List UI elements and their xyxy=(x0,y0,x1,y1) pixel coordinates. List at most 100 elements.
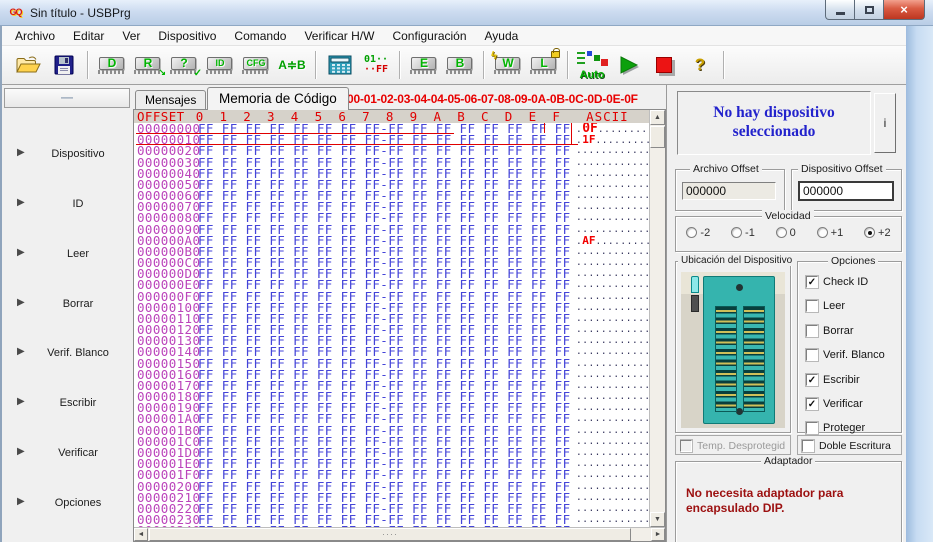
save-file-button[interactable] xyxy=(46,49,82,81)
menu-editar[interactable]: Editar xyxy=(64,26,113,46)
opcion-check-id[interactable]: ✓ Check ID xyxy=(805,274,868,290)
sidebar-item-id[interactable]: ▶ ID xyxy=(2,195,132,213)
opcion-verificar[interactable]: ✓ Verificar xyxy=(805,396,863,412)
sidebar-item-escribir[interactable]: ▶ Escribir xyxy=(2,394,132,412)
radio-icon[interactable] xyxy=(816,227,828,238)
check-id-button[interactable]: ID xyxy=(202,49,238,81)
hex-row-ascii: ................ xyxy=(576,212,649,224)
socket-lever-base xyxy=(691,295,699,312)
radio-icon[interactable] xyxy=(731,227,743,238)
doble-escritura-checkbox[interactable] xyxy=(801,439,815,453)
verify-device-button[interactable]: ? ✓ xyxy=(166,49,202,81)
scroll-right-button[interactable]: ► xyxy=(651,528,665,541)
toolbar-separator xyxy=(399,51,401,79)
title-bar[interactable]: GQ Sin título - USBPrg × xyxy=(0,0,933,26)
velocidad-options: -2 -1 0 +1 +2 xyxy=(676,227,901,239)
help-button[interactable]: ? xyxy=(682,49,718,81)
hex-row-ascii: ................ xyxy=(576,178,649,190)
read-device-button[interactable]: R ↘ xyxy=(130,49,166,81)
scroll-left-button[interactable]: ◄ xyxy=(134,528,148,541)
stop-button[interactable] xyxy=(646,49,682,81)
run-button[interactable] xyxy=(610,49,646,81)
sidebar-item-verif-blanco[interactable]: ▶ Verif. Blanco xyxy=(2,344,132,362)
radio-icon[interactable] xyxy=(864,227,876,238)
menu-ayuda[interactable]: Ayuda xyxy=(476,26,528,46)
tab-memoria-de-codigo[interactable]: Memoria de Código xyxy=(207,87,349,110)
adaptador-label: Adaptador xyxy=(761,455,816,467)
opcion-verif-blanco[interactable]: Verif. Blanco xyxy=(805,347,885,363)
auto-program-button[interactable]: Auto xyxy=(574,49,610,81)
opcion-leer[interactable]: Leer xyxy=(805,298,845,314)
compare-buffers-button[interactable]: A≑B xyxy=(274,49,310,81)
horizontal-scroll-thumb[interactable]: ···· xyxy=(149,528,631,541)
menu-ver[interactable]: Ver xyxy=(113,26,149,46)
velocidad-option-2[interactable]: -2 xyxy=(686,227,710,239)
hex-row-ascii: ................ xyxy=(576,201,649,213)
sidebar-item-dispositivo[interactable]: ▶ Dispositivo xyxy=(2,145,132,163)
toolbar-separator xyxy=(87,51,89,79)
menu-verificar-h-w[interactable]: Verificar H/W xyxy=(295,26,383,46)
scroll-up-button[interactable]: ▲ xyxy=(650,110,665,125)
window-title: Sin título - USBPrg xyxy=(30,6,131,20)
sidebar-item-label: Borrar xyxy=(62,298,94,310)
velocidad-option-2[interactable]: +2 xyxy=(864,227,891,239)
velocidad-group: Velocidad -2 -1 0 +1 +2 xyxy=(675,210,902,252)
vertical-scroll-thumb[interactable] xyxy=(650,126,665,148)
hex-row-ascii: ................ xyxy=(576,446,649,458)
close-icon: × xyxy=(900,2,908,17)
menu-configuraci-n[interactable]: Configuración xyxy=(383,26,475,46)
sidebar-item-borrar[interactable]: ▶ Borrar xyxy=(2,295,132,313)
sidebar-item-opciones[interactable]: ▶ Opciones xyxy=(2,494,132,512)
radio-icon[interactable] xyxy=(686,227,698,238)
velocidad-option-label: 0 xyxy=(789,227,796,239)
velocidad-option-0[interactable]: 0 xyxy=(775,227,796,239)
hex-row-ascii: ................ xyxy=(576,357,649,369)
checkbox-icon[interactable]: ✓ xyxy=(805,275,819,289)
sidebar-item-verificar[interactable]: ▶ Verificar xyxy=(2,444,132,462)
horizontal-scrollbar[interactable]: ◄ ···· ► xyxy=(134,527,665,541)
checkbox-icon[interactable] xyxy=(805,348,819,363)
menu-archivo[interactable]: Archivo xyxy=(6,26,64,46)
tab-mensajes[interactable]: Mensajes xyxy=(135,90,207,109)
checkbox-icon[interactable] xyxy=(805,299,819,314)
device-button[interactable]: D xyxy=(94,49,130,81)
hex-row-ascii: ................ xyxy=(576,514,649,526)
fill-buffer-button[interactable]: 01·· ··FF xyxy=(358,49,394,81)
hex-rows[interactable]: 00000000 FF FF FF FF FF FF FF FF-FF FF FF… xyxy=(134,123,649,527)
vertical-scrollbar[interactable]: ▲ ▼ xyxy=(649,110,665,527)
minimize-button[interactable] xyxy=(825,0,855,20)
archivo-offset-label: Archivo Offset xyxy=(690,163,762,175)
checkbox-icon[interactable]: ✓ xyxy=(805,372,819,387)
open-file-button[interactable] xyxy=(10,49,46,81)
write-device-button[interactable]: Wϟ xyxy=(490,49,526,81)
sidebar-item-leer[interactable]: ▶ Leer xyxy=(2,245,132,263)
info-button[interactable]: i xyxy=(874,93,896,153)
opcion-escribir[interactable]: ✓ Escribir xyxy=(805,372,860,388)
hex-editor[interactable]: OFFSET 0 1 2 3 4 5 6 7 8 9 A B C D E F A… xyxy=(133,109,666,542)
opcion-borrar[interactable]: Borrar xyxy=(805,323,854,339)
maximize-button[interactable] xyxy=(854,0,884,20)
doble-escritura-checkbox-row[interactable]: Doble Escritura xyxy=(801,438,891,454)
radio-icon[interactable] xyxy=(775,227,787,238)
checkbox-icon[interactable]: ✓ xyxy=(805,397,819,411)
velocidad-option-label: -2 xyxy=(700,227,711,239)
sidebar-collapse-button[interactable]: — xyxy=(4,88,130,108)
checkbox-icon[interactable] xyxy=(805,421,819,436)
blank-check-button[interactable]: B xyxy=(442,49,478,81)
auto-icon: Auto xyxy=(575,50,609,81)
velocidad-option-1[interactable]: +1 xyxy=(816,227,843,239)
menu-comando[interactable]: Comando xyxy=(225,26,295,46)
hex-header-offset: OFFSET xyxy=(137,109,185,124)
calculator-button[interactable] xyxy=(322,49,358,81)
opcion-proteger[interactable]: Proteger xyxy=(805,420,865,436)
erase-device-button[interactable]: E xyxy=(406,49,442,81)
chip-icon: Wϟ xyxy=(491,50,522,75)
close-button[interactable]: × xyxy=(883,0,925,20)
velocidad-option-1[interactable]: -1 xyxy=(731,227,755,239)
dispositivo-offset-input[interactable] xyxy=(798,181,894,201)
menu-dispositivo[interactable]: Dispositivo xyxy=(149,26,225,46)
scroll-down-button[interactable]: ▼ xyxy=(650,512,665,527)
config-button[interactable]: CFG xyxy=(238,49,274,81)
checkbox-icon[interactable] xyxy=(805,323,819,338)
lock-device-button[interactable]: L xyxy=(526,48,562,81)
